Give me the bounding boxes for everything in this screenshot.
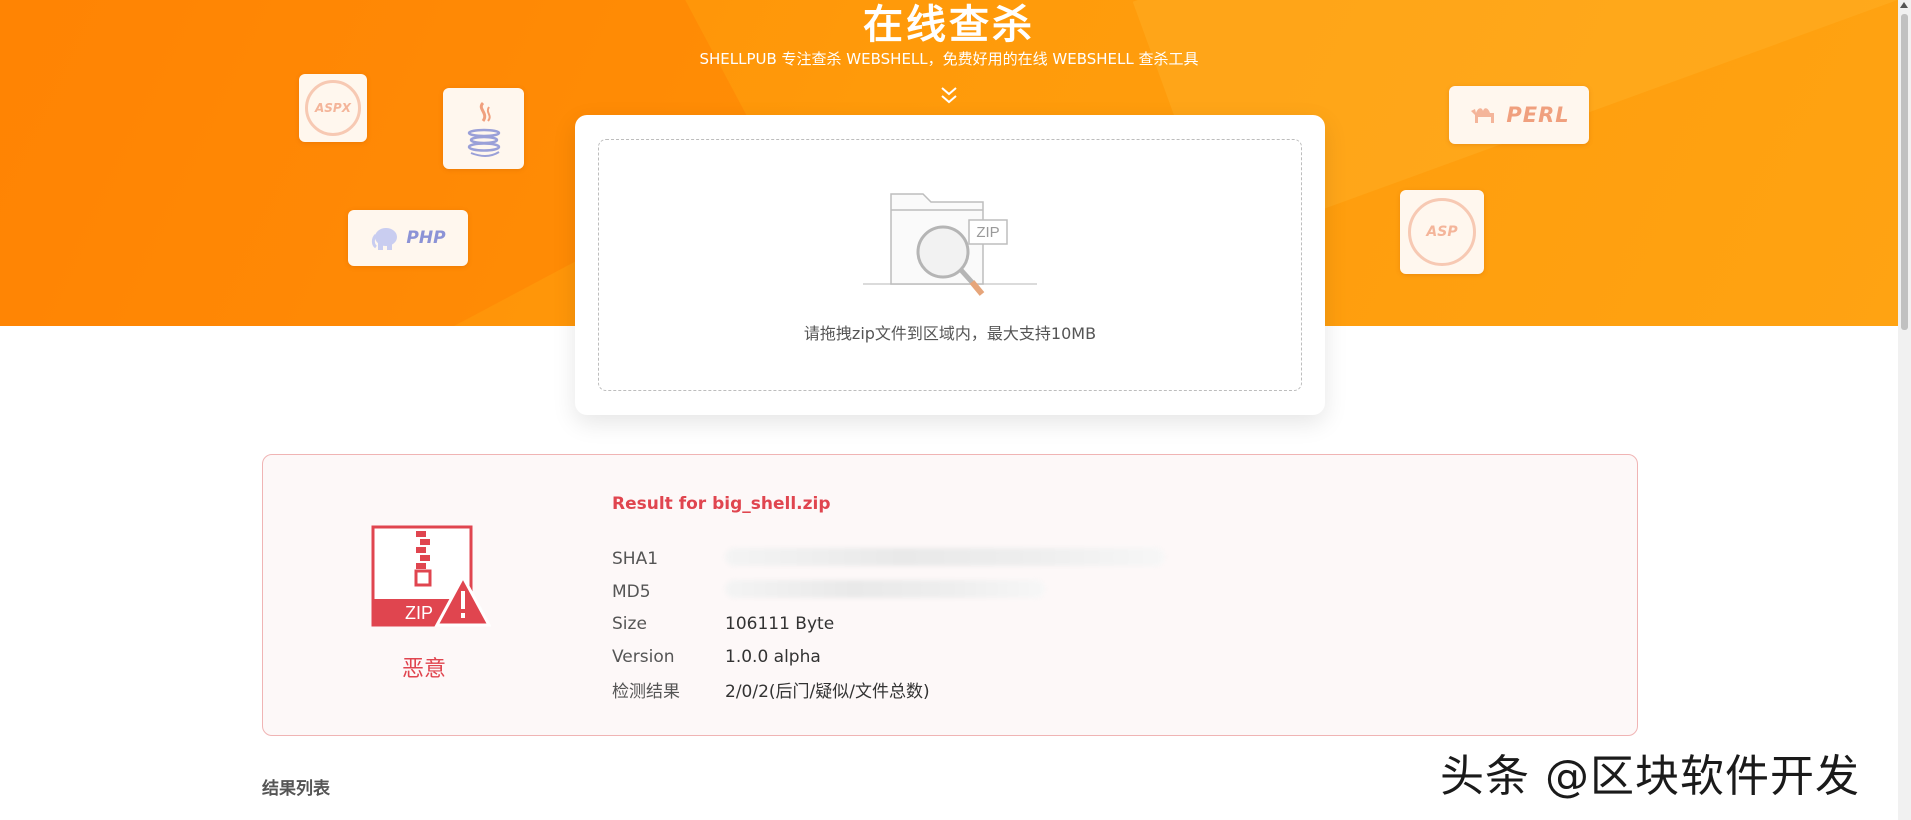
aspx-icon: ASPX xyxy=(305,80,361,136)
result-card: ZIP 恶意 Result for big_shell.zip SHA1 MD5… xyxy=(262,454,1638,736)
detail-row-sha1: SHA1 xyxy=(612,543,1165,576)
page-title: 在线查杀 xyxy=(863,2,1035,48)
aspx-badge: ASPX xyxy=(299,74,367,142)
results-list-heading: 结果列表 xyxy=(262,779,330,799)
detail-value: 1.0.0 alpha xyxy=(725,646,821,667)
asp-badge: ASP xyxy=(1400,190,1484,274)
watermark-text: 头条 @区块软件开发 xyxy=(1440,751,1860,802)
detail-row-version: Version 1.0.0 alpha xyxy=(612,641,1165,674)
scrollbar-thumb[interactable] xyxy=(1901,14,1908,330)
php-badge: PHP xyxy=(348,210,468,266)
zip-search-icon: ZIP xyxy=(863,193,1037,296)
chevron-down-icon xyxy=(941,87,957,104)
detail-row-md5: MD5 xyxy=(612,576,1165,609)
result-title: Result for big_shell.zip xyxy=(612,494,831,514)
scroll-up-arrow-icon[interactable] xyxy=(1900,2,1908,8)
asp-label: ASP xyxy=(1426,224,1458,240)
perl-label: PERL xyxy=(1506,103,1570,127)
zip-tag: ZIP xyxy=(405,603,433,623)
detail-value: 2/0/2(后门/疑似/文件总数) xyxy=(725,681,930,702)
detail-row-size: Size 106111 Byte xyxy=(612,608,1165,641)
detail-row-detection: 检测结果 2/0/2(后门/疑似/文件总数) xyxy=(612,673,1165,706)
vertical-scrollbar[interactable] xyxy=(1898,0,1911,820)
detail-key: Size xyxy=(612,614,647,635)
camel-icon xyxy=(1471,108,1495,123)
aspx-label: ASPX xyxy=(315,101,351,115)
dropzone-instruction: 请拖拽zip文件到区域内，最大支持10MB xyxy=(803,324,1097,343)
elephant-icon xyxy=(372,228,398,250)
perl-badge: PERL xyxy=(1449,86,1589,144)
result-details: SHA1 MD5 Size 106111 Byte Version 1.0.0 … xyxy=(612,543,1165,706)
detail-key: Version xyxy=(612,646,675,667)
asp-icon: ASP xyxy=(1408,198,1476,266)
upload-card: ZIP 请拖拽zip文件到区域内，最大支持10MB xyxy=(575,115,1325,415)
detail-value: 106111 Byte xyxy=(725,614,835,635)
java-badge xyxy=(443,88,524,169)
java-icon xyxy=(467,101,500,157)
detail-value-redacted xyxy=(725,547,1165,571)
detail-key: SHA1 xyxy=(612,549,659,570)
status-badge: 恶意 xyxy=(401,657,446,682)
malicious-zip-icon: ZIP xyxy=(371,525,491,627)
detail-key: 检测结果 xyxy=(612,681,680,702)
detail-value-redacted xyxy=(725,580,1045,603)
page-subtitle: SHELLPUB 专注查杀 WEBSHELL，免费好用的在线 WEBSHELL … xyxy=(699,50,1199,68)
php-label: PHP xyxy=(406,228,446,248)
zip-tag: ZIP xyxy=(976,224,999,241)
file-dropzone[interactable]: ZIP 请拖拽zip文件到区域内，最大支持10MB xyxy=(598,139,1302,391)
detail-key: MD5 xyxy=(612,581,651,602)
